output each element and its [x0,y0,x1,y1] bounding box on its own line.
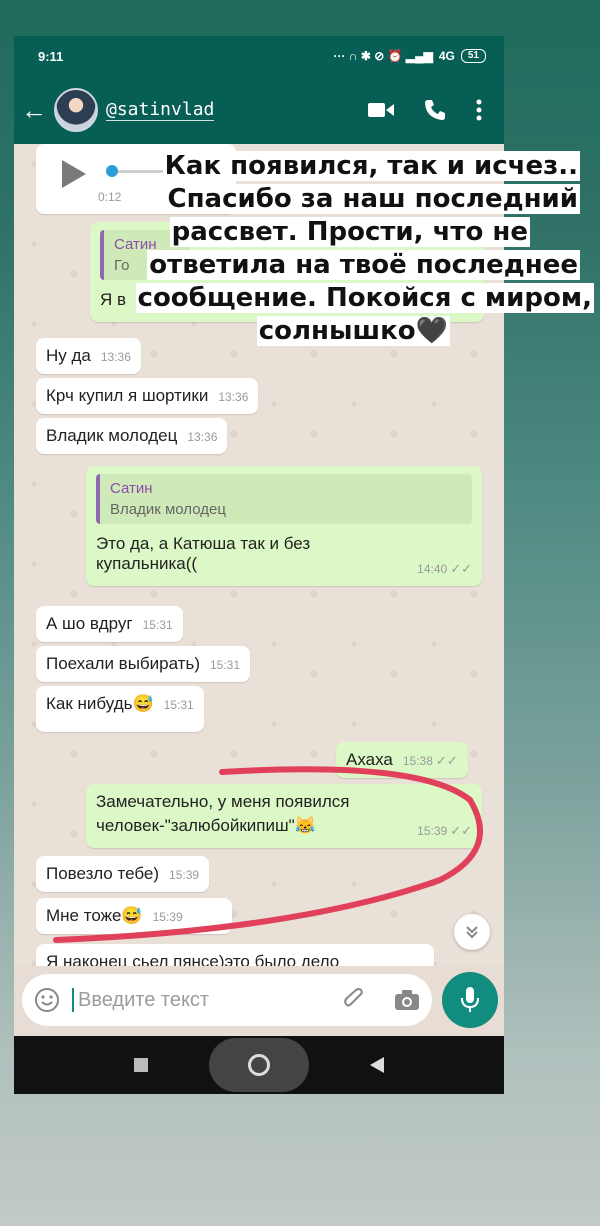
reply-quote: Сатин Владик молодец [96,474,472,524]
caption-line: Как появился, так и исчез.. [162,151,580,181]
message-input-bar[interactable]: Введите текст [22,974,432,1026]
message-text: Ахаха [346,750,393,769]
message-time: 15:39 [169,868,200,882]
caption-line: рассвет. Прости, что не [169,217,530,247]
read-check-icon: ✓✓ [450,823,472,838]
text-cursor [72,988,74,1012]
double-chevron-down-icon[interactable] [454,914,490,950]
message-text: Поехали выбирать) [46,654,200,673]
quote-author: Сатин [110,480,153,497]
message-time: 15:39 [152,910,183,924]
message-text: Мне тоже😅 [46,906,143,925]
message-time: 14:40 [417,562,448,576]
notification-icons: ··· ∩ ✱ ⊘ ⏰ ▂▄▆ [333,49,433,63]
message-text: Я наконец сьел пянсе)это было дело [46,952,340,966]
message-time: 15:31 [163,698,194,712]
message-text: А шо вдруг [46,614,133,633]
message-text: Владик молодец [46,426,178,445]
message-time: 15:38 [402,754,433,768]
message-time: 15:39 [417,824,448,838]
message-incoming[interactable]: Владик молодец 13:36 [36,418,228,454]
system-nav-bar [14,1036,504,1094]
message-outgoing[interactable]: Сатин Владик молодец Это да, а Катюша та… [86,466,482,586]
more-vert-icon[interactable] [476,99,482,121]
message-time: 13:36 [100,350,131,364]
message-outgoing[interactable]: Замечательно, у меня появился человек-"з… [86,784,482,848]
message-incoming[interactable]: Повезло тебе) 15:39 [36,856,210,892]
mic-icon[interactable] [442,972,498,1028]
caption-line: ответила на твоё последнее [147,250,580,280]
nav-back-icon[interactable] [369,1057,384,1073]
quote-text: Владик молодец [110,501,226,518]
status-bar: 9:11 ··· ∩ ✱ ⊘ ⏰ ▂▄▆ 4G 51 [14,36,504,76]
message-text: Как нибудь😅 [46,694,154,713]
message-time: 15:31 [209,658,241,672]
avatar[interactable] [54,88,98,132]
read-check-icon: ✓✓ [450,561,472,576]
voice-duration: 0:12 [98,190,122,204]
chat-header: ← @satinvlad [14,76,504,144]
message-incoming[interactable]: Мне тоже😅 15:39 [36,898,232,934]
message-incoming[interactable]: Я наконец сьел пянсе)это было дело [36,944,434,966]
caption-line: сообщение. Покойся с миром, [135,283,594,313]
emoji-icon[interactable] [34,987,60,1013]
header-actions [368,99,504,121]
network-label: 4G [438,49,455,63]
message-text: Крч купил я шортики [46,386,209,405]
story-caption: Как появился, так и исчез.. Спасибо за н… [120,150,594,348]
read-check-icon: ✓✓ [435,753,458,768]
message-input[interactable]: Введите текст [78,989,209,1012]
status-icons: ··· ∩ ✱ ⊘ ⏰ ▂▄▆ 4G 51 [334,49,486,63]
attach-icon[interactable] [342,987,366,1013]
back-arrow-icon[interactable]: ← [14,95,54,126]
caption-line: солнышко🖤 [256,316,450,346]
message-outgoing[interactable]: Ахаха 15:38 ✓✓ [336,742,468,778]
battery-icon: 51 [460,49,486,63]
status-time: 9:11 [38,48,64,64]
phone-icon[interactable] [424,99,446,121]
play-icon[interactable] [60,160,86,188]
message-time: 15:31 [142,618,173,632]
home-icon[interactable] [208,1038,309,1092]
message-text: Замечательно, у меня появился [96,792,350,811]
message-text: Повезло тебе) [46,864,160,883]
message-time: 13:36 [218,390,249,404]
message-incoming[interactable]: Поехали выбирать) 15:31 [36,646,251,682]
contact-name[interactable]: @satinvlad [106,99,215,121]
recents-icon[interactable] [134,1058,149,1072]
message-incoming[interactable]: Как нибудь😅 15:31 [36,686,204,732]
message-time: 13:36 [187,430,218,444]
video-call-icon[interactable] [368,101,394,119]
voice-progress-knob[interactable] [106,165,118,177]
message-text: Ну да [46,346,91,365]
camera-icon[interactable] [394,989,420,1011]
message-incoming[interactable]: А шо вдруг 15:31 [36,606,183,642]
message-incoming[interactable]: Крч купил я шортики 13:36 [36,378,259,414]
message-text: Это да, а Катюша так и без [96,534,311,553]
caption-line: Спасибо за наш последний [165,184,580,214]
